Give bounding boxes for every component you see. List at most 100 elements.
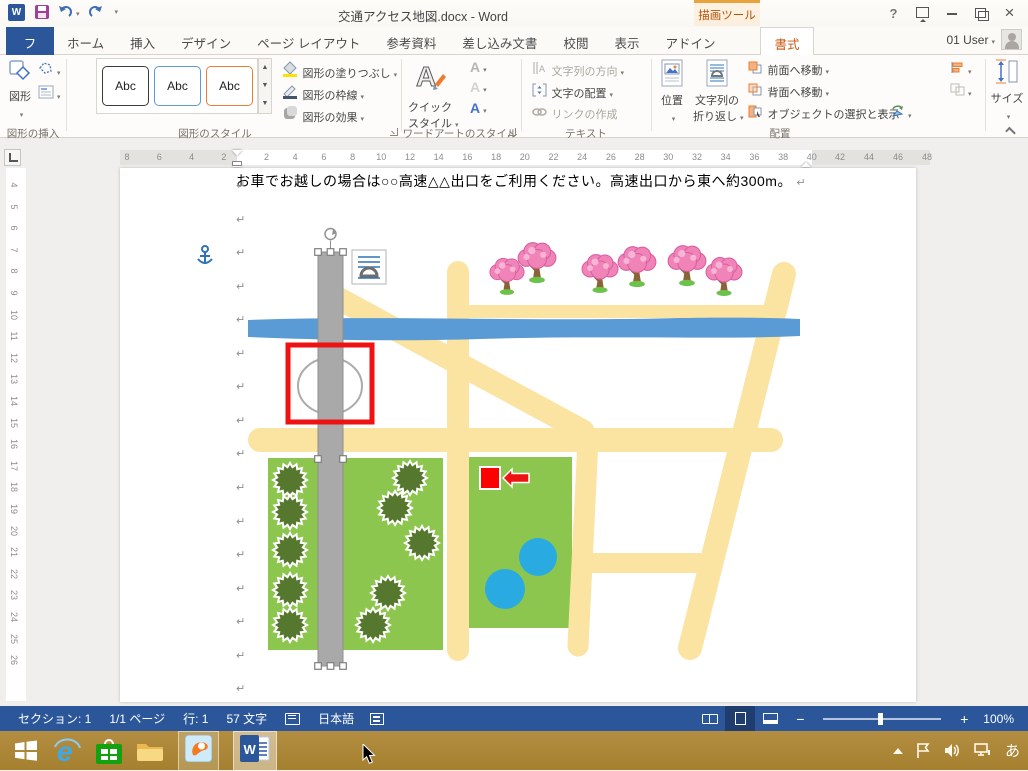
tab-references[interactable]: 参考資料 (373, 27, 449, 55)
ruler-number: 36 (749, 152, 759, 162)
help-button[interactable] (879, 6, 908, 21)
rotate-objects-button[interactable] (890, 105, 912, 123)
ruler-number: 6 (321, 152, 326, 162)
rotate-handle (325, 229, 336, 240)
ruler-number: 18 (491, 152, 501, 162)
bring-forward-icon (748, 61, 763, 74)
edit-shape-button[interactable] (38, 61, 61, 80)
word-taskbar-button[interactable]: W (233, 731, 277, 771)
gallery-scroll[interactable]: ▲▼▼ (258, 58, 272, 114)
shape-effects-button[interactable]: 図形の効果 (282, 105, 364, 126)
text-box-button[interactable] (38, 85, 61, 104)
redo-button[interactable] (88, 4, 104, 20)
group-label-wordart: ワードアートのスタイル (403, 126, 518, 141)
status-language[interactable]: 日本語 (318, 710, 354, 727)
zoom-slider-thumb[interactable] (878, 713, 883, 725)
collapse-ribbon-button[interactable] (1005, 127, 1016, 138)
ruler-number: 13 (9, 372, 19, 386)
document-page[interactable]: お車でお越しの場合は○○高速△△出口をご利用ください。高速出口から東へ約300m… (120, 168, 916, 702)
shape-style-3[interactable]: Abc (206, 66, 253, 106)
undo-dropdown-icon[interactable] (73, 3, 80, 21)
text-fill-button: A (470, 59, 487, 75)
network-icon[interactable] (974, 743, 992, 758)
right-indent-marker[interactable] (801, 157, 811, 167)
ribbon: 図形 図形の挿入 Abc Abc Abc ▲▼▼ 図形の塗りつぶし 図形の枠線 (0, 55, 1028, 138)
zoom-out-button[interactable] (785, 706, 815, 731)
user-name: 01 User (946, 33, 988, 47)
position-button[interactable]: 位置 (657, 59, 687, 126)
word-app-icon: W (240, 735, 270, 762)
user-account[interactable]: 01 User (946, 29, 1022, 50)
wordart-icon: A (413, 58, 447, 94)
ruler-number: 5 (9, 200, 19, 214)
zoom-in-button[interactable] (949, 706, 979, 731)
tab-review[interactable]: 校閲 (550, 27, 601, 55)
web-layout-button[interactable] (755, 706, 785, 731)
proofing-icon[interactable] (285, 713, 300, 725)
web-layout-icon (763, 713, 778, 724)
close-button[interactable] (995, 3, 1024, 23)
quick-styles-button[interactable]: A クイック スタイル (408, 58, 452, 131)
start-button[interactable] (14, 740, 38, 761)
ruler-number: 4 (9, 178, 19, 192)
read-mode-icon (702, 714, 718, 724)
shape-style-1[interactable]: Abc (102, 66, 149, 106)
shape-style-2[interactable]: Abc (154, 66, 201, 106)
windows-store-button[interactable] (96, 737, 122, 764)
destination-marker[interactable] (480, 467, 500, 489)
ruler-number: 20 (520, 152, 530, 162)
bring-forward-button[interactable]: 前面へ移動 (748, 61, 829, 79)
volume-icon[interactable] (944, 743, 961, 758)
text-effects-button[interactable]: A (470, 100, 487, 116)
undo-button[interactable] (57, 3, 80, 21)
wordart-dialog-launcher[interactable] (508, 128, 516, 136)
selection-pane-button[interactable]: オブジェクトの選択と表示 (748, 105, 899, 123)
read-mode-button[interactable] (695, 706, 725, 731)
send-backward-button[interactable]: 背面へ移動 (748, 83, 829, 101)
zoom-slider[interactable] (823, 718, 941, 720)
access-map-drawing (120, 168, 916, 706)
shape-outline-button[interactable]: 図形の枠線 (282, 83, 364, 104)
left-indent-marker[interactable] (233, 162, 241, 165)
file-explorer-button[interactable] (136, 740, 164, 762)
status-line[interactable]: 行: 1 (183, 710, 208, 727)
size-button[interactable]: サイズ (990, 59, 1024, 124)
print-layout-button[interactable] (725, 706, 755, 731)
wrap-text-button[interactable]: 文字列の 折り返し (693, 59, 741, 124)
bush-row-left[interactable] (273, 463, 307, 642)
zoom-level[interactable]: 100% (983, 712, 1014, 726)
tab-view[interactable]: 表示 (601, 27, 652, 55)
shape-fill-button[interactable]: 図形の塗りつぶし (282, 61, 397, 82)
ruler-number: 26 (606, 152, 616, 162)
shape-styles-dialog-launcher[interactable] (390, 128, 398, 136)
tab-format-active[interactable]: 書式 (760, 27, 813, 55)
object-anchor-icon (198, 246, 212, 264)
align-text-button[interactable]: 文字の配置 (532, 83, 613, 102)
tab-addins[interactable]: アドイン (652, 27, 728, 55)
ruler-number: 12 (405, 152, 415, 162)
size-icon (995, 59, 1019, 85)
status-page[interactable]: 1/1 ページ (109, 710, 165, 727)
status-char-count[interactable]: 57 文字 (226, 710, 267, 727)
tab-insert[interactable]: 挿入 (117, 27, 168, 55)
tab-page-layout[interactable]: ページ レイアウト (244, 27, 373, 55)
show-hidden-icons-button[interactable] (893, 743, 903, 754)
internet-explorer-button[interactable]: e (52, 736, 82, 766)
tab-home[interactable]: ホーム (54, 27, 117, 55)
sakura-trees[interactable] (490, 243, 742, 296)
minimize-button[interactable] (937, 6, 966, 21)
ime-language-indicator[interactable]: あ (1005, 740, 1020, 761)
ribbon-display-options-button[interactable] (908, 6, 937, 21)
action-center-flag-icon[interactable] (916, 743, 931, 759)
status-section[interactable]: セクション: 1 (18, 710, 91, 727)
layout-options-button[interactable] (352, 250, 386, 284)
paint-app-button[interactable] (178, 731, 219, 771)
restore-button[interactable] (966, 6, 995, 21)
customize-qat-button[interactable] (112, 8, 119, 16)
ime-status-icon[interactable] (370, 713, 384, 725)
ruler-number: 4 (293, 152, 298, 162)
align-objects-button[interactable] (950, 61, 972, 79)
tab-mailings[interactable]: 差し込み文書 (449, 27, 550, 55)
save-button[interactable] (35, 5, 49, 19)
tab-design[interactable]: デザイン (168, 27, 244, 55)
